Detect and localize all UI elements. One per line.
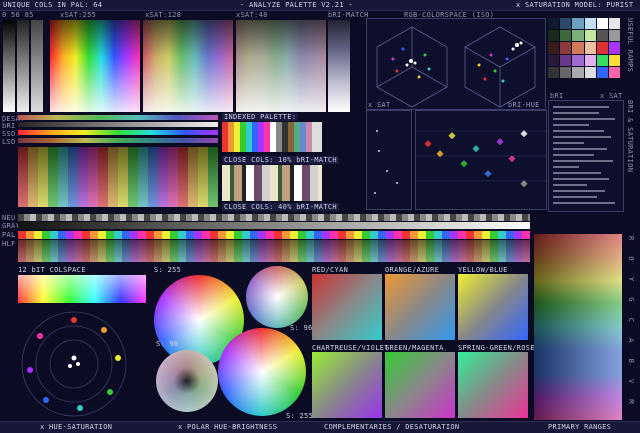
sso-label: SSO bbox=[2, 130, 16, 138]
rainbow-labels: R O Y G C A B V M bbox=[627, 236, 635, 410]
xsat-column-label: x SAT bbox=[600, 92, 623, 100]
s255-label-a: S: 255 bbox=[154, 266, 182, 274]
green-magenta-label: GREEN/MAGENTA bbox=[385, 344, 444, 352]
useful-ramps-grid bbox=[548, 18, 620, 78]
green-magenta-panel bbox=[385, 352, 455, 418]
bri-sat-lines bbox=[553, 106, 615, 204]
hue-saturation-footer: x HUE-SATURATION bbox=[40, 423, 113, 431]
footer-bar: x HUE-SATURATION x POLAR HUE-BRIGHTNESS … bbox=[0, 421, 640, 433]
orange-azure-panel bbox=[385, 274, 455, 340]
indexed-palette-title: INDEXED PALETTE: bbox=[222, 113, 299, 121]
hlf-row bbox=[18, 240, 530, 262]
sat48-hue-panel bbox=[236, 20, 326, 112]
bri-hue-plot bbox=[415, 110, 547, 210]
unique-colors-label: UNIQUE COLS IN PAL: 64 bbox=[3, 1, 103, 9]
pal-label: PAL bbox=[2, 231, 16, 239]
yellow-blue-panel bbox=[458, 274, 528, 340]
close-cols-40-label: CLOSE COLS: 40% bRI-MATCH bbox=[222, 203, 339, 211]
lum-label: 0 50 85 bbox=[2, 11, 34, 19]
rgb-colorspace-panel bbox=[366, 18, 546, 110]
hue-saturation-rings bbox=[21, 311, 127, 417]
polar-hue-brightness-footer: x POLAR HUE-BRIGHTNESS bbox=[178, 423, 278, 431]
bri-hue-label: bRI-HUE bbox=[508, 101, 540, 109]
header-bar: UNIQUE COLS IN PAL: 64 - ANALYZE PALETTE… bbox=[0, 0, 640, 11]
spring-rose-panel bbox=[458, 352, 528, 418]
sat255-label: xSAT:255 bbox=[60, 11, 97, 19]
colspace-12bit-label: 12 bIT COLSPACE bbox=[18, 266, 86, 274]
palette-ramps-block bbox=[18, 147, 218, 207]
lso-strip bbox=[18, 138, 218, 143]
desat-strip bbox=[18, 115, 218, 120]
brimatch-label: bRI-MATCH bbox=[328, 11, 369, 19]
polar-disc-s255-b bbox=[218, 328, 306, 416]
red-cyan-label: RED/CYAN bbox=[312, 266, 349, 274]
sat128-label: xSAT:128 bbox=[145, 11, 182, 19]
neu-label: NEU bbox=[2, 214, 16, 222]
chartreuse-violet-label: CHARTREUSE/VIOLET bbox=[312, 344, 389, 352]
spring-rose-label: SPRING-GREEN/ROSE bbox=[458, 344, 535, 352]
bri-sat-bars bbox=[548, 100, 624, 212]
lso-label: LSO bbox=[2, 138, 16, 146]
useful-ramps-label: USEFUL RAMPS bbox=[626, 18, 634, 73]
hue-saturation-plot bbox=[18, 308, 130, 420]
neu-row bbox=[18, 214, 530, 221]
s255-label-b: S: 255 bbox=[286, 412, 314, 420]
lum-ramp-85 bbox=[31, 20, 43, 112]
primary-ranges-panel bbox=[534, 234, 622, 420]
bri-saturation-label: BRI & SATURATION bbox=[626, 100, 634, 173]
xsat-plot-label: x SAT bbox=[368, 101, 391, 109]
close-cols-10-label: CLOSE COLS: 10% bRI-MATCH bbox=[222, 156, 339, 164]
sat255-hue-panel bbox=[50, 20, 140, 112]
complementaries-footer: COMPLEMENTARIES / DESATURATION bbox=[324, 423, 460, 431]
chartreuse-violet-panel bbox=[312, 352, 382, 418]
pal-row[interactable] bbox=[18, 231, 530, 239]
rgb-cube-views bbox=[376, 26, 536, 108]
colspace-12bit-strip bbox=[18, 275, 146, 303]
red-cyan-panel bbox=[312, 274, 382, 340]
s96-label-b: S: 96 bbox=[156, 340, 179, 348]
bri-hue-scatter bbox=[416, 130, 546, 188]
saturation-model-toggle[interactable]: x SATURATION MODEL: PURIST bbox=[516, 1, 633, 9]
gray-row bbox=[18, 222, 530, 229]
polar-disc-s96-a bbox=[246, 266, 308, 328]
hlf-label: HLF bbox=[2, 240, 16, 248]
sat128-hue-panel bbox=[143, 20, 233, 112]
lum-ramp-0 bbox=[3, 20, 15, 112]
indexed-palette-swatches[interactable] bbox=[222, 122, 322, 152]
bri-strip bbox=[18, 122, 218, 127]
xsat-plot bbox=[366, 110, 412, 210]
yellow-blue-label: YELLOW/BLUE bbox=[458, 266, 508, 274]
lum-ramp-50 bbox=[17, 20, 29, 112]
polar-disc-s96-b bbox=[156, 350, 218, 412]
sat48-label: xSAT:48 bbox=[236, 11, 268, 19]
bri-column-label: bRI bbox=[550, 92, 564, 100]
sso-strip bbox=[18, 130, 218, 135]
orange-azure-label: ORANGE/AZURE bbox=[385, 266, 440, 274]
xsat-scatter bbox=[374, 130, 398, 194]
brimatch-column bbox=[328, 20, 350, 112]
primary-ranges-footer: PRIMARY RANGES bbox=[548, 423, 612, 431]
app-title: - ANALYZE PALETTE V2.21 - bbox=[240, 1, 353, 9]
bri-label: bRI bbox=[2, 122, 16, 130]
s96-label-a: S: 96 bbox=[290, 324, 313, 332]
close-cols-10-swatches bbox=[222, 165, 322, 201]
